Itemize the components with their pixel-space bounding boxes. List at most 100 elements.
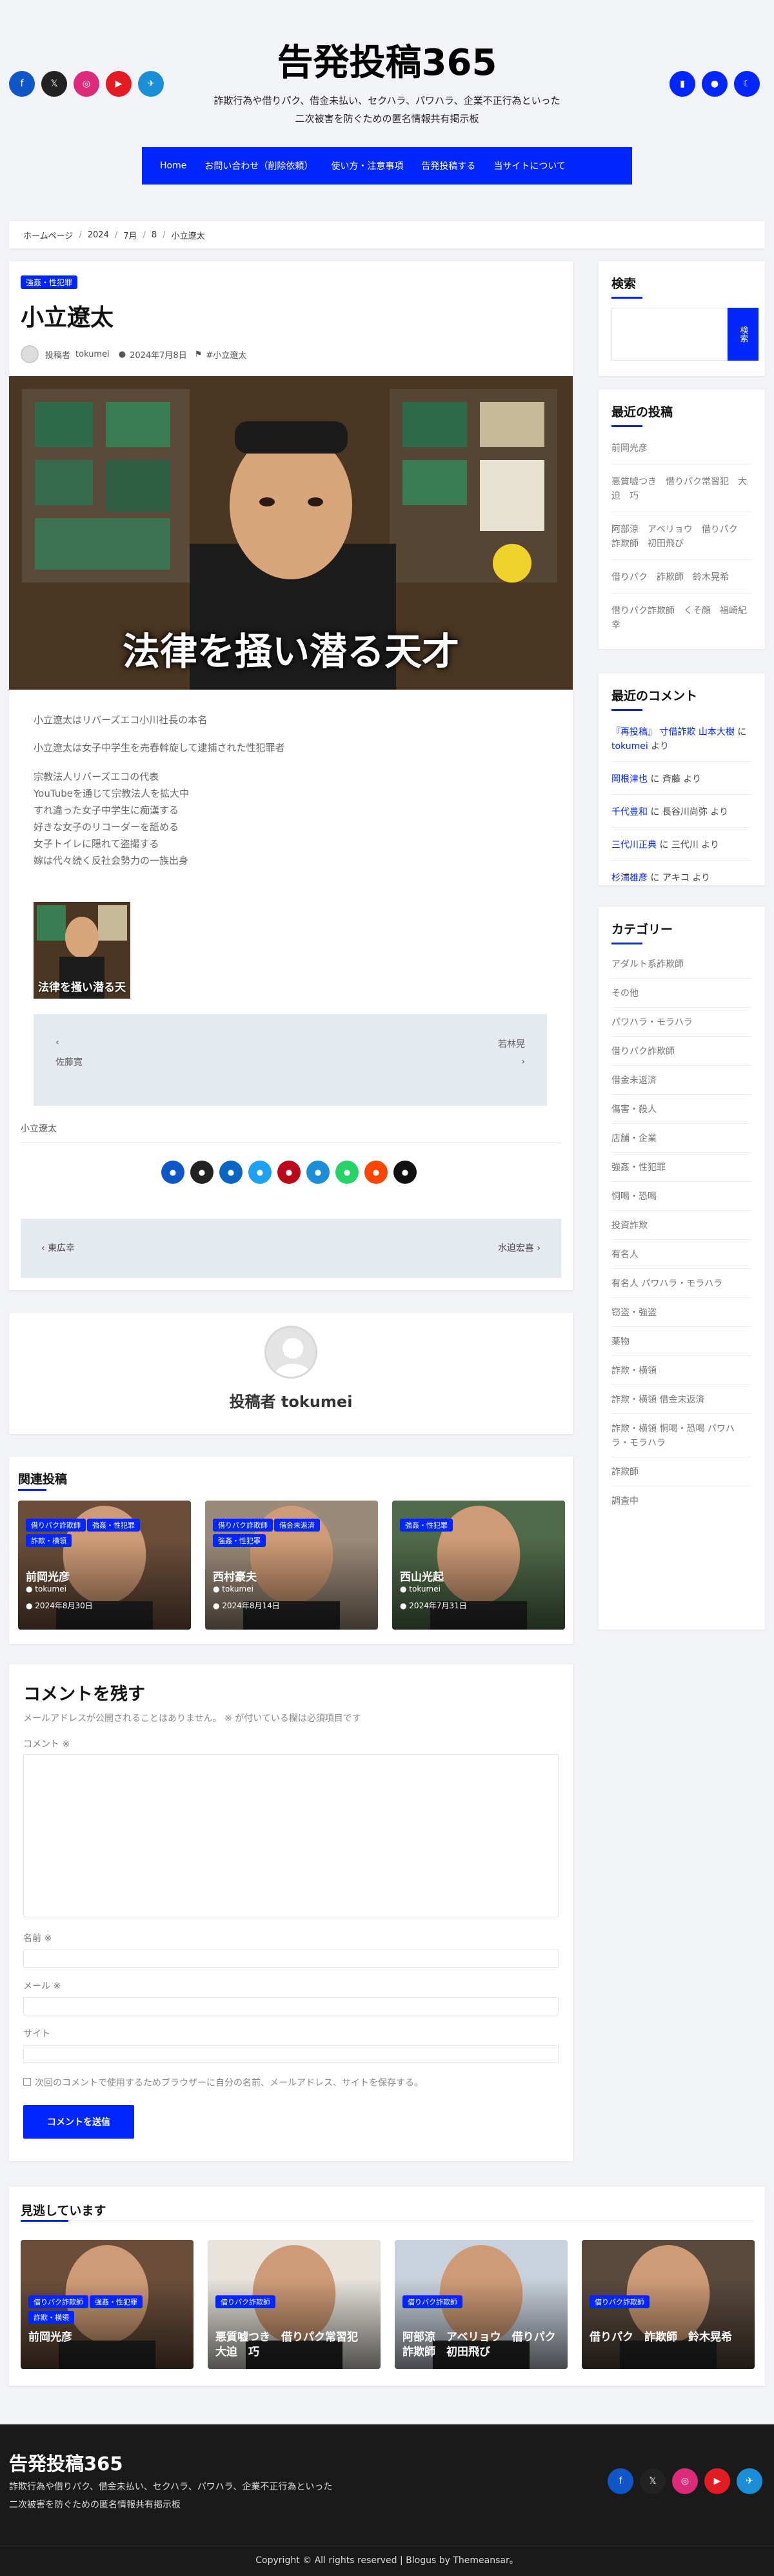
recent-post-link[interactable]: 借りパク詐欺師 くそ顔 福崎紀幸 bbox=[611, 604, 752, 641]
article-footer-tag[interactable]: 小立遼太 bbox=[21, 1122, 57, 1135]
prev-post-link[interactable]: ‹ 東広幸 bbox=[41, 1241, 75, 1254]
category-badge[interactable]: 詐欺・横領 bbox=[26, 1534, 72, 1547]
category-link[interactable]: 詐欺・横領 恫喝・恐喝 パワハラ・モラハラ bbox=[611, 1422, 752, 1457]
share-icon-7[interactable]: ● bbox=[364, 1161, 388, 1184]
category-link[interactable]: 借りパク詐欺師 bbox=[611, 1044, 752, 1066]
missed-post-card[interactable]: 借りパク詐欺師悪質嘘つき 借りパク常習犯 大迫 巧 bbox=[208, 2240, 381, 2369]
category-badge[interactable]: 借りパク詐欺師 bbox=[215, 2295, 275, 2308]
category-link[interactable]: 借金未返済 bbox=[611, 1073, 752, 1095]
instagram-icon[interactable]: ◎ bbox=[672, 2468, 698, 2494]
post-date[interactable]: 2024年7月8日 bbox=[130, 348, 187, 361]
footer-title[interactable]: 告発投稿365 bbox=[9, 2449, 123, 2476]
category-link[interactable]: 投資詐欺 bbox=[611, 1219, 752, 1240]
category-link[interactable]: 有名人 bbox=[611, 1248, 752, 1269]
category-link[interactable]: 店舗・企業 bbox=[611, 1132, 752, 1153]
breadcrumb-item[interactable]: 8 bbox=[152, 230, 157, 240]
recent-post-link[interactable]: 前岡光彦 bbox=[611, 441, 752, 464]
nav-item-1[interactable]: お問い合わせ（削除依頼） bbox=[195, 159, 322, 172]
share-icon-4[interactable]: ● bbox=[277, 1161, 301, 1184]
comment-author-link[interactable]: tokumei bbox=[611, 741, 648, 752]
email-field[interactable] bbox=[23, 1997, 559, 2015]
author-avatar[interactable] bbox=[264, 1326, 317, 1379]
comment-post-link[interactable]: 杉浦雄彦 bbox=[611, 873, 648, 883]
category-badge[interactable]: 借りパク詐欺師 bbox=[26, 1519, 86, 1532]
website-field[interactable] bbox=[23, 2045, 559, 2063]
small-thumbnail[interactable]: 法律を掻い潜る天 bbox=[34, 902, 130, 999]
recent-post-link[interactable]: 借りパク 詐欺師 鈴木晃希 bbox=[611, 570, 752, 594]
facebook-icon[interactable]: f bbox=[9, 71, 35, 97]
missed-post-title[interactable]: 前岡光彦 bbox=[28, 2330, 186, 2345]
youtube-icon[interactable]: ▶ bbox=[704, 2468, 730, 2494]
comment-textarea[interactable] bbox=[23, 1754, 559, 1917]
user-icon[interactable]: ● bbox=[702, 71, 728, 97]
author-label[interactable]: 投稿者 tokumei bbox=[9, 1389, 573, 1412]
recent-post-link[interactable]: 阿部涼 アベリョウ 借りパク 詐欺師 初田飛び bbox=[611, 523, 752, 560]
comment-post-link[interactable]: 千代豊和 bbox=[611, 807, 648, 817]
instagram-icon[interactable]: ◎ bbox=[74, 71, 99, 97]
inner-next-arrow-icon[interactable]: › bbox=[521, 1057, 525, 1067]
breadcrumb-item[interactable]: ホームページ bbox=[23, 229, 73, 241]
nav-item-4[interactable]: 当サイトについて bbox=[484, 159, 575, 172]
category-link[interactable]: 薬物 bbox=[611, 1335, 752, 1356]
category-link[interactable]: 有名人 パワハラ・モラハラ bbox=[611, 1277, 752, 1298]
category-link[interactable]: 恫喝・恐喝 bbox=[611, 1190, 752, 1211]
category-badge[interactable]: 借りパク詐欺師 bbox=[213, 1519, 273, 1532]
category-badge[interactable]: 強姦・性犯罪 bbox=[213, 1534, 266, 1547]
category-badge[interactable]: 詐欺・横領 bbox=[28, 2311, 74, 2324]
search-button[interactable]: 検索 bbox=[728, 308, 759, 361]
category-link[interactable]: 強姦・性犯罪 bbox=[611, 1161, 752, 1182]
share-icon-1[interactable]: ● bbox=[190, 1161, 213, 1184]
category-link[interactable]: パワハラ・モラハラ bbox=[611, 1015, 752, 1037]
missed-post-card[interactable]: 借りパク詐欺師 強姦・性犯罪詐欺・横領 前岡光彦 bbox=[21, 2240, 194, 2369]
category-link[interactable]: 傷害・殺人 bbox=[611, 1103, 752, 1124]
recent-post-link[interactable]: 悪質嘘つき 借りパク常習犯 大迫 巧 bbox=[611, 475, 752, 512]
inner-prev-arrow-icon[interactable]: ‹ bbox=[55, 1037, 59, 1048]
category-link[interactable]: 詐欺・横領 bbox=[611, 1364, 752, 1385]
category-link[interactable]: 詐欺師 bbox=[611, 1465, 752, 1486]
x-icon[interactable]: 𝕏 bbox=[41, 71, 67, 97]
related-post-card[interactable]: 強姦・性犯罪 西山光起 ● tokumei ● 2024年7月31日 bbox=[392, 1501, 565, 1630]
inner-prev-link[interactable]: 佐藤寛 bbox=[55, 1055, 83, 1068]
next-post-link[interactable]: 水迫宏喜 › bbox=[498, 1241, 541, 1254]
moon-icon[interactable]: ☾ bbox=[734, 71, 760, 97]
category-link[interactable]: アダルト系詐欺師 bbox=[611, 957, 752, 979]
share-icon-3[interactable]: ● bbox=[248, 1161, 272, 1184]
related-post-title[interactable]: 西山光起 bbox=[400, 1568, 444, 1584]
telegram-icon[interactable]: ✈ bbox=[138, 71, 164, 97]
search-input[interactable] bbox=[611, 308, 728, 361]
telegram-icon[interactable]: ✈ bbox=[737, 2468, 762, 2494]
inner-next-link[interactable]: 若林晃 bbox=[498, 1037, 525, 1050]
category-badge[interactable]: 強姦・性犯罪 bbox=[400, 1519, 453, 1532]
missed-post-title[interactable]: 悪質嘘つき 借りパク常習犯 大迫 巧 bbox=[215, 2330, 373, 2360]
missed-post-title[interactable]: 借りパク 詐欺師 鈴木晃希 bbox=[590, 2330, 747, 2345]
share-icon-0[interactable]: ● bbox=[161, 1161, 184, 1184]
author-link[interactable]: tokumei bbox=[75, 350, 110, 359]
missed-post-card[interactable]: 借りパク詐欺師借りパク 詐欺師 鈴木晃希 bbox=[582, 2240, 755, 2369]
category-badge[interactable]: 借りパク詐欺師 bbox=[28, 2295, 88, 2308]
comment-post-link[interactable]: 三代川正典 bbox=[611, 840, 657, 850]
category-link[interactable]: 調査中 bbox=[611, 1494, 752, 1515]
category-link[interactable]: その他 bbox=[611, 986, 752, 1008]
nav-item-2[interactable]: 使い方・注意事項 bbox=[322, 159, 412, 172]
missed-post-card[interactable]: 借りパク詐欺師 阿部涼 アベリョウ 借りパク 詐欺師 初田飛び bbox=[395, 2240, 568, 2369]
facebook-icon[interactable]: f bbox=[608, 2468, 633, 2494]
post-tag[interactable]: #小立遼太 bbox=[206, 348, 246, 361]
nav-item-3[interactable]: 告発投稿する bbox=[412, 159, 484, 172]
missed-post-title[interactable]: 阿部涼 アベリョウ 借りパク 詐欺師 初田飛び bbox=[402, 2330, 567, 2360]
x-icon[interactable]: 𝕏 bbox=[640, 2468, 666, 2494]
related-post-title[interactable]: 西村豪夫 bbox=[213, 1568, 257, 1584]
site-title[interactable]: 告発投稿365 bbox=[194, 40, 580, 86]
name-field[interactable] bbox=[23, 1950, 559, 1968]
share-icon-6[interactable]: ● bbox=[335, 1161, 359, 1184]
category-badge[interactable]: 強姦・性犯罪 bbox=[87, 1519, 140, 1532]
category-badge[interactable]: 借りパク詐欺師 bbox=[590, 2295, 650, 2308]
share-icon-8[interactable]: ● bbox=[393, 1161, 417, 1184]
comment-post-link[interactable]: 岡根津也 bbox=[611, 774, 648, 784]
related-post-card[interactable]: 借りパク詐欺師 借金未返済強姦・性犯罪 西村豪夫 ● tokumei ● 2024年8月… bbox=[205, 1501, 378, 1630]
bookmark-icon[interactable]: ▮ bbox=[670, 71, 695, 97]
submit-comment-button[interactable]: コメントを送信 bbox=[23, 2105, 134, 2139]
nav-item-0[interactable]: Home bbox=[151, 161, 195, 171]
category-badge[interactable]: 強姦・性犯罪 bbox=[21, 275, 78, 289]
youtube-icon[interactable]: ▶ bbox=[106, 71, 132, 97]
comment-post-link[interactable]: 『再投稿』 寸借詐欺 山本大樹 bbox=[611, 727, 735, 737]
